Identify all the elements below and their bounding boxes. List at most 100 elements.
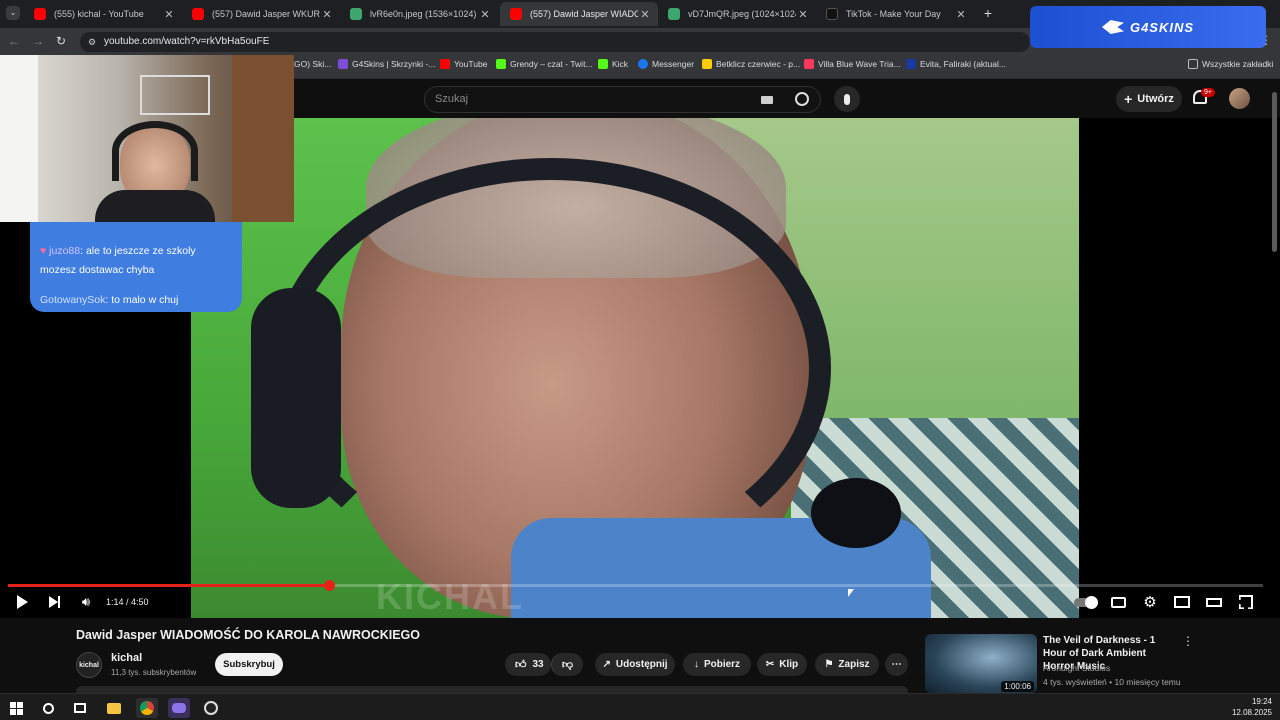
task-view-icon[interactable] — [69, 698, 91, 718]
share-label: Udostępnij — [615, 659, 668, 670]
obs-icon[interactable] — [200, 698, 222, 718]
headset-band — [271, 158, 831, 578]
close-tab-icon[interactable]: ✕ — [162, 8, 176, 21]
play-icon[interactable] — [12, 592, 32, 612]
tab-image-vd7jmqr[interactable]: vD7JmQR.jpeg (1024×1024) ✕ — [658, 2, 816, 26]
bookmark-item[interactable]: YouTube — [440, 59, 487, 69]
like-button[interactable]: 👍︎ 33 — [505, 653, 551, 676]
forward-icon[interactable]: → — [32, 34, 44, 48]
site-info-icon[interactable]: ⚙ — [88, 32, 96, 52]
autoplay-toggle[interactable] — [1072, 592, 1098, 612]
bookmark-item[interactable]: Betklicz czerwiec - p... — [702, 59, 800, 69]
mouse-cursor-icon — [848, 589, 854, 597]
bookmark-item[interactable]: Villa Blue Wave Tria... — [804, 59, 901, 69]
fullscreen-icon[interactable] — [1236, 592, 1256, 612]
youtube-favicon-icon — [192, 8, 204, 20]
close-tab-icon[interactable]: ✕ — [638, 8, 652, 21]
airbnb-bookmark-icon — [804, 59, 814, 69]
youtube-favicon-icon — [34, 8, 46, 20]
share-button[interactable]: ↗ Udostępnij — [595, 653, 675, 676]
tab-image-lvr6e0n[interactable]: lvR6e0n.jpeg (1536×1024) ✕ — [340, 2, 498, 26]
video-frame[interactable]: KICHAL — [191, 118, 1079, 618]
progress-bar[interactable] — [8, 580, 1263, 591]
search-box[interactable]: Szukaj — [424, 86, 821, 113]
bookmark-icon: ⚑ — [824, 659, 834, 670]
chat-username: juzo88 — [49, 245, 81, 257]
image-favicon-icon — [668, 8, 680, 20]
recommended-channel[interactable]: Arondight Studios — [1043, 663, 1110, 673]
channel-name[interactable]: kichal — [111, 652, 142, 664]
chrome-icon[interactable] — [136, 698, 158, 718]
save-label: Zapisz — [838, 659, 870, 670]
bookmark-item[interactable]: Evita, Faliraki (aktual... — [906, 59, 1006, 69]
tab-tiktok[interactable]: TikTok - Make Your Day ✕ — [816, 2, 974, 26]
windows-start-icon[interactable] — [5, 698, 27, 718]
recommended-thumbnail[interactable]: 1:00:06 — [925, 634, 1037, 693]
taskbar-date: 12.08.2025 — [1231, 708, 1272, 717]
close-tab-icon[interactable]: ✕ — [954, 8, 968, 21]
tab-kichal-youtube[interactable]: (555) kichal - YouTube ✕ — [24, 2, 182, 26]
subscriber-count: 11,3 tys. subskrybentów — [111, 668, 197, 677]
dislike-button[interactable]: 👎︎ — [551, 653, 583, 676]
headset-earcup — [251, 288, 341, 508]
settings-gear-icon[interactable]: ⚙ — [1140, 592, 1160, 612]
bookmark-item[interactable]: GO) Ski... — [294, 59, 331, 69]
close-tab-icon[interactable]: ✕ — [320, 8, 334, 21]
save-button[interactable]: ⚑ Zapisz — [815, 653, 879, 676]
download-icon: ↓ — [693, 659, 699, 670]
betting-bookmark-icon — [702, 59, 712, 69]
voice-search-icon[interactable] — [834, 86, 860, 112]
webcam-shirt — [95, 190, 215, 222]
tab-list-button[interactable]: ⌄ — [6, 6, 20, 20]
bookmark-item[interactable]: Kick — [598, 59, 628, 69]
more-actions-button[interactable]: ⋯ — [885, 653, 908, 676]
kick-bookmark-icon — [598, 59, 608, 69]
close-tab-icon[interactable]: ✕ — [478, 8, 492, 21]
address-url: youtube.com/watch?v=rkVbHa5ouFE — [104, 36, 270, 47]
discord-icon[interactable] — [168, 698, 190, 718]
recommended-menu-icon[interactable]: ⋮ — [1182, 634, 1194, 648]
bookmark-item[interactable]: Grendy – czat - Twit... — [496, 59, 593, 69]
channel-avatar[interactable]: kichal — [76, 652, 102, 678]
subscribe-button[interactable]: Subskrybuj — [215, 653, 283, 676]
clip-button[interactable]: ✂ Klip — [757, 653, 807, 676]
image-favicon-icon — [350, 8, 362, 20]
time-display: 1:14 / 4:50 — [106, 597, 149, 607]
search-input[interactable]: Szukaj — [435, 93, 468, 105]
close-tab-icon[interactable]: ✕ — [796, 8, 810, 21]
account-avatar[interactable] — [1229, 88, 1250, 109]
taskbar-time: 19:24 — [1251, 697, 1272, 706]
keyboard-icon[interactable] — [761, 96, 773, 104]
bookmark-item[interactable]: Messenger — [638, 59, 694, 69]
search-taskbar-icon[interactable] — [37, 698, 59, 718]
chat-username: GotowanySok — [40, 294, 106, 306]
facebook-bookmark-icon — [638, 59, 648, 69]
new-tab-icon[interactable]: + — [980, 5, 996, 21]
description-box[interactable] — [76, 686, 908, 693]
next-icon[interactable] — [44, 592, 64, 612]
g4skins-overlay: G4SKINS — [1030, 6, 1266, 48]
subtitles-icon[interactable] — [1108, 592, 1128, 612]
g4skins-logo-icon — [1101, 20, 1124, 34]
heart-icon: ♥ — [40, 245, 47, 257]
reload-icon[interactable]: ↻ — [56, 34, 66, 48]
webcam-window — [0, 55, 38, 222]
tab-dawid-wiadomosc[interactable]: (557) Dawid Jasper WIADOMOŚĆ ✕ — [500, 2, 658, 26]
bookmark-item[interactable]: G4Skins | Skrzynki -... — [338, 59, 435, 69]
tab-dawid-wkurzony[interactable]: (557) Dawid Jasper WKURZONY ✕ — [182, 2, 340, 26]
theater-mode-icon[interactable] — [1204, 592, 1224, 612]
miniplayer-icon[interactable] — [1172, 592, 1192, 612]
all-bookmarks[interactable]: Wszystkie zakładki — [1188, 59, 1273, 69]
volume-icon[interactable]: 🔊︎ — [76, 592, 96, 612]
search-icon[interactable] — [795, 92, 809, 106]
download-button[interactable]: ↓ Pobierz — [683, 653, 751, 676]
taskbar-clock[interactable]: 19:24 12.08.2025 — [1228, 696, 1272, 718]
file-explorer-icon[interactable] — [103, 698, 125, 718]
thumbs-up-icon: 👍︎ — [515, 659, 527, 671]
address-bar[interactable]: ⚙ youtube.com/watch?v=rkVbHa5ouFE — [80, 32, 1030, 52]
back-icon[interactable]: ← — [8, 34, 20, 48]
page-scrollbar[interactable] — [1272, 92, 1277, 252]
g4skins-bookmark-icon — [338, 59, 348, 69]
clip-label: Klip — [779, 659, 799, 670]
create-button[interactable]: + Utwórz — [1116, 86, 1182, 112]
